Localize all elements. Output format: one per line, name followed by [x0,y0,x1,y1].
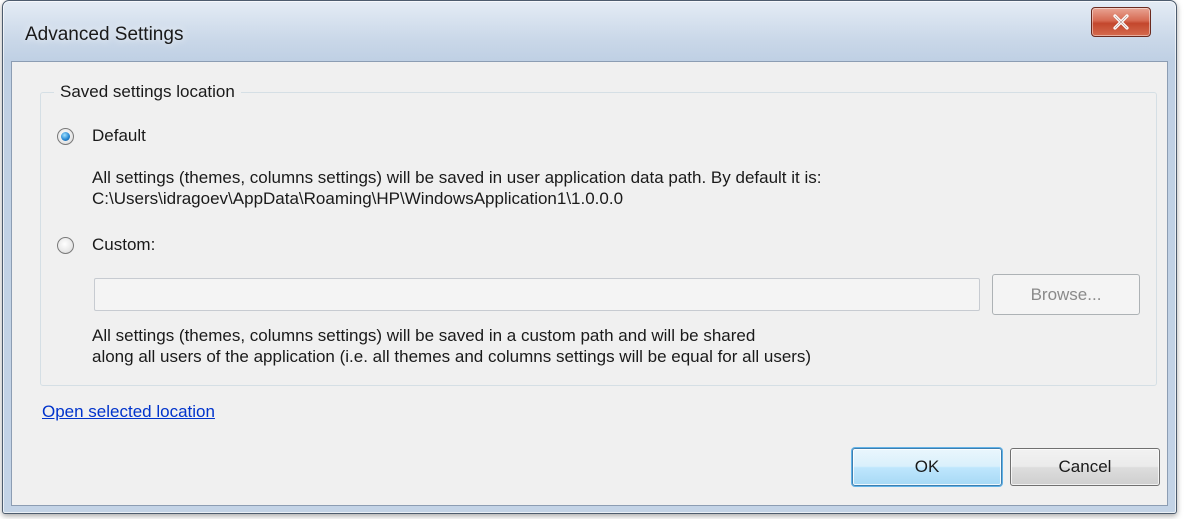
custom-description-line2: along all users of the application (i.e.… [92,347,812,366]
open-selected-location-link[interactable]: Open selected location [42,402,215,422]
close-icon [1113,14,1129,30]
ok-button[interactable]: OK [852,448,1002,486]
browse-button[interactable]: Browse... [992,274,1140,315]
default-radio-label[interactable]: Default [92,126,146,146]
dialog-title: Advanced Settings [25,24,184,45]
advanced-settings-dialog: Advanced Settings Saved settings locatio… [2,0,1177,514]
default-path-text: C:\Users\idragoev\AppData\Roaming\HP\Win… [92,189,624,208]
custom-path-input[interactable] [94,278,980,311]
groupbox-legend: Saved settings location [54,82,241,102]
default-description-line1: All settings (themes, columns settings) … [92,168,822,187]
custom-description-line1: All settings (themes, columns settings) … [92,326,756,345]
dialog-client-area: Saved settings location Default All sett… [11,61,1168,506]
custom-radio-label[interactable]: Custom: [92,235,155,255]
cancel-button[interactable]: Cancel [1010,448,1160,486]
close-button[interactable] [1091,7,1151,37]
custom-radio[interactable] [57,237,74,254]
default-radio[interactable] [57,128,74,145]
